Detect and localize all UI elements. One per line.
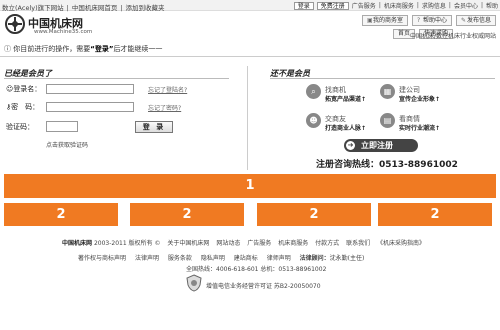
logo-mark-icon: [5, 14, 25, 34]
password-row: ⚷密 码： 忘记了密码?: [6, 102, 181, 112]
captcha-input[interactable]: [46, 121, 78, 132]
people-icon: ☻: [306, 113, 321, 128]
register-divider: [270, 78, 495, 79]
login-submit-button[interactable]: 登 录: [135, 121, 173, 133]
username-row: ☺登录名： 忘记了登陆名?: [6, 84, 187, 94]
feature-find-business[interactable]: ⌕ 找商机 拓宽产品渠道↑: [306, 84, 391, 106]
forgot-password-link[interactable]: 忘记了密码?: [148, 103, 181, 112]
feature-market-news[interactable]: ▤ 看商情 实时行业潮流↑: [380, 113, 465, 135]
site-logo[interactable]: 中国机床网 www.Machine35.com: [4, 14, 94, 40]
get-captcha-link[interactable]: 点击获取验证码: [46, 140, 88, 149]
footer-link[interactable]: 《机床采购指南》: [377, 240, 425, 247]
footer-link[interactable]: 联系我们: [346, 240, 370, 247]
top-link-group[interactable]: 数立(Acely)旗下网站: [2, 4, 64, 12]
top-link-bookmark[interactable]: 添加到收藏夹: [126, 4, 165, 12]
my-office-button[interactable]: ▣我的商务室: [361, 15, 408, 26]
header-buttons: ▣我的商务室 ? 帮助中心 ✎发布信息: [361, 15, 496, 26]
footer-row-2: 著作权与商标声明 法律声明 服务条款 隐私声明 建站商标 律师声明 法律顾问：沈…: [78, 253, 371, 262]
book-icon: ▤: [380, 113, 395, 128]
placeholder-block: 2: [257, 203, 371, 226]
footer-brand: 中国机床网: [62, 240, 93, 247]
register-hotline: 注册咨询热线：0513-88961002: [316, 160, 458, 170]
footer-link[interactable]: 法律声明: [135, 255, 159, 262]
divider: [0, 56, 500, 57]
header-slogan: 中国机床/数控机床行业权威网站: [409, 33, 496, 40]
footer-link[interactable]: 服务条款: [168, 255, 192, 262]
feature-make-friends[interactable]: ☻ 交商友 打造商业人脉↑: [306, 113, 391, 135]
footer-link[interactable]: 隐私声明: [201, 255, 225, 262]
login-notice: ⓘ 你目前进行的操作，需要“登录”后才能继续一一: [4, 45, 163, 53]
building-icon: ▦: [380, 84, 395, 99]
footer-link[interactable]: 机床商服务: [278, 240, 308, 247]
footer-link[interactable]: 关于中国机床网: [167, 240, 209, 247]
placeholder-block: 2: [4, 203, 118, 226]
top-link-home[interactable]: 中国机床网首页: [72, 4, 118, 12]
password-label: ⚷密 码：: [6, 103, 40, 111]
search-magnifier-icon: ⌕: [306, 84, 321, 99]
post-info-button[interactable]: ✎发布信息: [455, 15, 496, 26]
footer-row-1: 中国机床网 2003-2011 版权所有 © 关于中国机床网 网站动态 广告服务…: [62, 238, 430, 247]
username-input[interactable]: [46, 84, 134, 94]
footer-link[interactable]: 广告服务: [247, 240, 271, 247]
forgot-name-link[interactable]: 忘记了登陆名?: [148, 85, 187, 94]
placeholder-block: 2: [130, 203, 244, 226]
placeholder-block: 2: [378, 203, 492, 226]
law-label: 法律顾问：: [299, 255, 330, 262]
menu-member[interactable]: 会员中心: [454, 1, 478, 10]
menu-help[interactable]: 帮助: [486, 1, 498, 10]
login-divider: [4, 78, 229, 79]
footer-link[interactable]: 网站动态: [216, 240, 240, 247]
username-label: ☺登录名：: [6, 85, 42, 93]
help-center-button[interactable]: ? 帮助中心: [411, 15, 452, 26]
captcha-row: 验证码：: [6, 121, 78, 132]
top-login-button[interactable]: 登录: [293, 1, 314, 10]
menu-buy[interactable]: 求购信息: [422, 1, 446, 10]
logo-url: www.Machine35.com: [34, 29, 93, 35]
police-badge-icon: [186, 274, 202, 292]
column-divider: [247, 66, 248, 170]
menu-ad[interactable]: 广告服务: [352, 1, 376, 10]
register-now-button[interactable]: ➜ 立即注册: [344, 139, 418, 152]
top-links: 数立(Acely)旗下网站 | 中国机床网首页 | 添加到收藏夹: [2, 4, 165, 12]
placeholder-banner: 1: [4, 174, 496, 198]
footer-link[interactable]: 著作权与商标声明: [78, 255, 126, 262]
info-icon: ⓘ: [4, 45, 14, 53]
footer-contact: 全国热线：4006-618-601 总机：0513-88961002: [186, 266, 327, 273]
footer-link[interactable]: 建站商标: [234, 255, 258, 262]
feature-build-company[interactable]: ▦ 建公司 宣传企业形象↑: [380, 84, 465, 106]
menu-dealer[interactable]: 机床商服务: [384, 1, 414, 10]
password-input[interactable]: [46, 102, 134, 112]
arrow-right-icon: ➜: [346, 141, 355, 150]
footer-icp: 增值电信业务经营许可证 苏B2-20050070: [206, 283, 321, 290]
footer-copyright: 2003-2011 版权所有 ©: [93, 240, 161, 247]
top-bar: 数立(Acely)旗下网站 | 中国机床网首页 | 添加到收藏夹 登录 免费注册 广告服…: [0, 0, 500, 12]
law-value: 沈永勤(主任): [329, 255, 365, 262]
top-right: 登录 免费注册 广告服务 | 机床商服务 | 求购信息 | 会员中心 | 帮助: [293, 1, 498, 10]
footer-link[interactable]: 律师声明: [267, 255, 291, 262]
footer-link[interactable]: 付款方式: [315, 240, 339, 247]
captcha-label: 验证码：: [6, 122, 34, 131]
top-register-button[interactable]: 免费注册: [316, 1, 349, 10]
